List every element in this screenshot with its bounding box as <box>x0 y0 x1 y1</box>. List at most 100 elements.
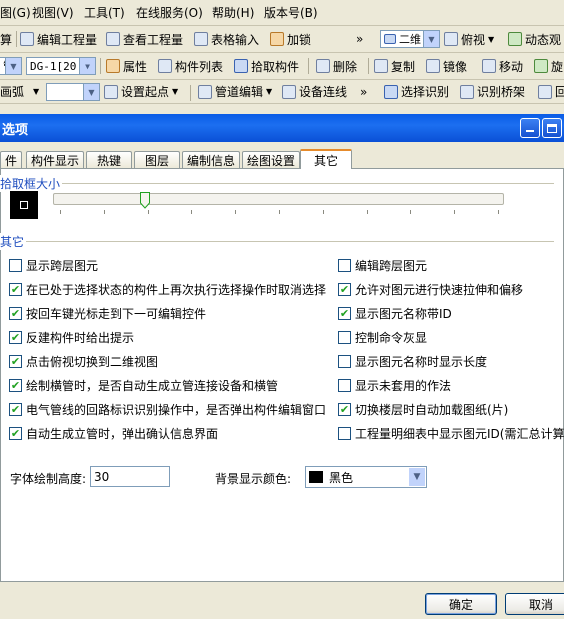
pick-component-button[interactable]: 拾取构件 <box>234 53 299 79</box>
recognize-icon <box>384 84 398 99</box>
tab-hotkeys[interactable]: 热键 <box>86 151 132 168</box>
checkbox-empty-icon[interactable] <box>9 259 22 272</box>
toolbar-overflow-chevron[interactable]: » <box>360 80 367 103</box>
bg-color-select[interactable]: 黑色 ▼ <box>305 466 427 488</box>
cancel-button[interactable]: 取消 <box>505 593 564 615</box>
pick-box-slider-track[interactable] <box>53 193 504 205</box>
menu-item-view[interactable]: 视图(V) <box>32 0 74 25</box>
option-checkbox[interactable]: 显示图元名称时显示长度 <box>338 353 487 370</box>
delete-button[interactable]: 删除 <box>316 53 357 79</box>
dynamic-view-button[interactable]: 动态观 <box>508 26 561 52</box>
recognize-bridge-button[interactable]: 识别桥架 <box>460 80 525 103</box>
option-checkbox[interactable]: ✔ 反建构件时给出提示 <box>9 329 134 346</box>
checkmark-icon[interactable]: ✔ <box>338 403 351 416</box>
mirror-button[interactable]: 镜像 <box>426 53 467 79</box>
slider-tick <box>366 210 368 214</box>
checkmark-icon[interactable]: ✔ <box>9 403 22 416</box>
layer-select[interactable]: 管▼ <box>0 57 22 75</box>
set-origin-button[interactable]: 设置起点 ▼ <box>104 80 178 103</box>
select-recognize-button[interactable]: 选择识别 <box>384 80 449 103</box>
option-checkbox[interactable]: ✔ 自动生成立管时，弹出确认信息界面 <box>9 425 218 442</box>
checkbox-empty-icon[interactable] <box>338 355 351 368</box>
menu-item-online[interactable]: 在线服务(O) <box>136 0 203 25</box>
pick-box-square-icon <box>20 201 28 209</box>
loop-icon <box>538 84 552 99</box>
menu-item-version[interactable]: 版本号(B) <box>264 0 318 25</box>
rotate-button[interactable]: 旋 <box>534 53 563 79</box>
checkmark-icon[interactable]: ✔ <box>9 331 22 344</box>
dialog-title: 选项 <box>2 122 29 138</box>
toolbar-standard: 算 编辑工程量 查看工程量 表格输入 加锁 » 二维 ▼ 俯视 ▼ 动态观 <box>0 26 564 53</box>
view-mode-select[interactable]: 二维 ▼ <box>380 30 440 48</box>
checkbox-empty-icon[interactable] <box>338 259 351 272</box>
pipe-edit-button[interactable]: 管道编辑 ▼ <box>198 80 272 103</box>
tab-compile-info[interactable]: 编制信息 <box>182 151 240 168</box>
option-checkbox[interactable]: ✔ 绘制横管时，是否自动生成立管连接设备和横管 <box>9 377 278 394</box>
pipe-icon <box>198 84 212 99</box>
toolbar-overflow-chevron[interactable]: » <box>356 26 363 52</box>
ok-button[interactable]: 确定 <box>425 593 497 615</box>
properties-button[interactable]: 属性 <box>106 53 147 79</box>
checkmark-icon[interactable]: ✔ <box>9 379 22 392</box>
device-connect-button[interactable]: 设备连线 <box>282 80 347 103</box>
tab-component[interactable]: 件 <box>0 151 22 168</box>
calc-button[interactable]: 算 <box>0 26 12 52</box>
view-project-button[interactable]: 查看工程量 <box>106 26 183 52</box>
menu-item-help[interactable]: 帮助(H) <box>212 0 254 25</box>
draw-option-select[interactable]: ▼ <box>46 83 100 101</box>
chevron-down-icon: ▼ <box>409 468 425 486</box>
chevron-down-icon: ▼ <box>33 87 40 96</box>
chevron-down-icon: ▼ <box>83 84 99 100</box>
font-height-input[interactable]: 30 <box>90 466 170 487</box>
tab-component-display[interactable]: 构件显示 <box>26 151 84 168</box>
move-button[interactable]: 移动 <box>482 53 523 79</box>
menu-item-draw[interactable]: 图(G) <box>0 0 31 25</box>
font-height-label: 字体绘制高度: <box>10 472 87 486</box>
option-checkbox[interactable]: ✔ 在已处于选择状态的构件上再次执行选择操作时取消选择 <box>9 281 326 298</box>
lock-button[interactable]: 加锁 <box>270 26 311 52</box>
option-checkbox[interactable]: ✔ 切换楼层时自动加载图纸(片) <box>338 401 508 418</box>
checkmark-icon[interactable]: ✔ <box>9 283 22 296</box>
checkmark-icon[interactable]: ✔ <box>338 307 351 320</box>
checkmark-icon[interactable]: ✔ <box>9 355 22 368</box>
component-list-button[interactable]: 构件列表 <box>158 53 223 79</box>
pick-box-slider-thumb[interactable] <box>139 192 150 209</box>
arc-button[interactable]: 画弧 ▼ <box>0 80 39 103</box>
checkbox-empty-icon[interactable] <box>338 379 351 392</box>
view-direction-button[interactable]: 俯视 ▼ <box>444 26 494 52</box>
option-checkbox[interactable]: 控制命令灰显 <box>338 329 427 346</box>
component-select[interactable]: DG-1[20 ] ▼ <box>26 57 96 75</box>
bridge-icon <box>460 84 474 99</box>
checkbox-empty-icon[interactable] <box>338 427 351 440</box>
option-checkbox[interactable]: ✔ 显示图元名称带ID <box>338 305 452 322</box>
maximize-button[interactable] <box>542 118 562 138</box>
checkmark-icon[interactable]: ✔ <box>338 283 351 296</box>
option-checkbox[interactable]: 显示跨层图元 <box>9 257 98 274</box>
option-checkbox[interactable]: 工程量明细表中显示图元ID(需汇总计算) <box>338 425 564 442</box>
checkmark-icon[interactable]: ✔ <box>9 427 22 440</box>
copy-button[interactable]: 复制 <box>374 53 415 79</box>
slider-tick <box>60 210 61 214</box>
tab-layers[interactable]: 图层 <box>134 151 180 168</box>
option-checkbox[interactable]: ✔ 按回车键光标走到下一可编辑控件 <box>9 305 206 322</box>
tab-draw-settings[interactable]: 绘图设置 <box>242 151 300 168</box>
toolbar3-last-button[interactable]: 回 <box>538 80 564 103</box>
tab-other[interactable]: 其它 <box>300 149 352 169</box>
option-checkbox[interactable]: ✔ 电气管线的回路标识识别操作中，是否弹出构件编辑窗口 <box>9 401 326 418</box>
option-checkbox[interactable]: ✔ 允许对图元进行快速拉伸和偏移 <box>338 281 523 298</box>
menu-bar: 图(G) 视图(V) 工具(T) 在线服务(O) 帮助(H) 版本号(B) <box>0 0 564 26</box>
chevron-down-icon: ▼ <box>488 34 495 44</box>
checkbox-empty-icon[interactable] <box>338 331 351 344</box>
edit-project-button[interactable]: 编辑工程量 <box>20 26 97 52</box>
minimize-button[interactable] <box>520 118 540 138</box>
rotate-icon <box>534 59 548 73</box>
table-input-button[interactable]: 表格输入 <box>194 26 259 52</box>
option-checkbox[interactable]: 显示未套用的作法 <box>338 377 451 394</box>
menu-item-tools[interactable]: 工具(T) <box>84 0 125 25</box>
dialog-title-bar[interactable]: 选项 <box>0 114 564 142</box>
option-checkbox[interactable]: 编辑跨层图元 <box>338 257 427 274</box>
checkmark-icon[interactable]: ✔ <box>9 307 22 320</box>
option-checkbox[interactable]: ✔ 点击俯视切换到二维视图 <box>9 353 158 370</box>
2d-view-icon <box>384 34 396 44</box>
chevron-down-icon: ▼ <box>423 31 439 47</box>
